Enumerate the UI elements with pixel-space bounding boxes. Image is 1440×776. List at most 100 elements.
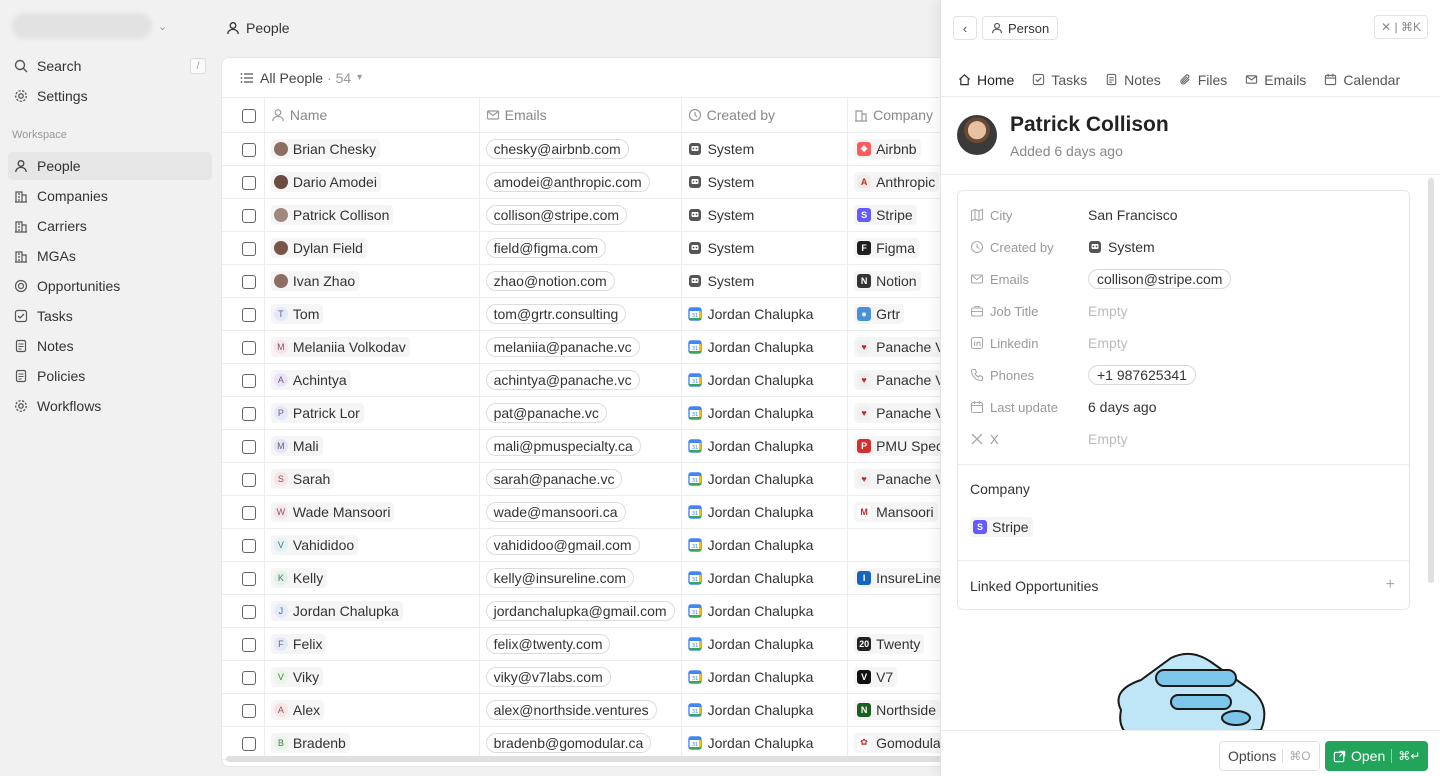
- person-chip[interactable]: V Viky: [270, 666, 324, 687]
- person-chip[interactable]: B Bradenb: [270, 732, 350, 753]
- email-cell[interactable]: mali@pmuspecialty.ca: [479, 429, 682, 463]
- column-header-emails[interactable]: Emails: [479, 98, 682, 133]
- email-chip[interactable]: bradenb@gomodular.ca: [485, 732, 652, 753]
- add-opportunity-icon[interactable]: +: [1386, 576, 1395, 594]
- company-chip[interactable]: ♥ Panache V: [854, 402, 949, 423]
- row-checkbox[interactable]: [242, 175, 256, 190]
- email-chip[interactable]: mali@pmuspecialty.ca: [485, 435, 641, 456]
- email-cell[interactable]: alex@northside.ventures: [479, 693, 682, 727]
- row-checkbox[interactable]: [242, 736, 256, 751]
- table-row[interactable]: Dario Amodei amodei@anthropic.com System…: [222, 165, 960, 199]
- email-cell[interactable]: sarah@panache.vc: [479, 462, 682, 496]
- row-checkbox[interactable]: [242, 208, 256, 223]
- email-chip[interactable]: achintya@panache.vc: [485, 369, 640, 390]
- table-row[interactable]: Brian Chesky chesky@airbnb.com System ◆ A…: [222, 132, 960, 166]
- name-cell[interactable]: Brian Chesky: [264, 132, 480, 166]
- company-chip[interactable]: ♥ Panache V: [854, 336, 949, 357]
- name-cell[interactable]: P Patrick Lor: [264, 396, 480, 430]
- sidebar-item-policies[interactable]: Policies: [8, 362, 212, 390]
- row-checkbox[interactable]: [242, 340, 256, 355]
- tab-emails[interactable]: Emails: [1236, 62, 1315, 97]
- email-cell[interactable]: pat@panache.vc: [479, 396, 682, 430]
- email-chip[interactable]: jordanchalupka@gmail.com: [485, 600, 675, 621]
- horizontal-scrollbar[interactable]: [226, 756, 946, 762]
- email-cell[interactable]: vahididoo@gmail.com: [479, 528, 682, 562]
- email-chip[interactable]: collison@stripe.com: [1088, 269, 1232, 289]
- email-chip[interactable]: felix@twenty.com: [485, 633, 611, 654]
- table-row[interactable]: B Bradenb bradenb@gomodular.ca 31 Jordan C…: [222, 726, 960, 760]
- person-chip[interactable]: V Vahididoo: [270, 534, 359, 555]
- name-cell[interactable]: T Tom: [264, 297, 480, 331]
- phone-chip[interactable]: +1 987625341: [1088, 365, 1196, 385]
- avatar[interactable]: [957, 115, 997, 155]
- vertical-scrollbar[interactable]: [1428, 178, 1434, 583]
- name-cell[interactable]: M Melaniia Volkodav: [264, 330, 480, 364]
- row-checkbox[interactable]: [242, 406, 256, 421]
- company-chip[interactable]: ♥ Panache V: [854, 369, 949, 390]
- company-chip[interactable]: S Stripe: [854, 204, 917, 225]
- table-row[interactable]: Dylan Field field@figma.com System F Figm…: [222, 231, 960, 265]
- person-chip[interactable]: Dylan Field: [270, 237, 367, 258]
- row-checkbox[interactable]: [242, 307, 256, 322]
- email-chip[interactable]: pat@panache.vc: [485, 402, 607, 423]
- sidebar-item-people[interactable]: People: [8, 152, 212, 180]
- email-chip[interactable]: alex@northside.ventures: [485, 699, 657, 720]
- name-cell[interactable]: K Kelly: [264, 561, 480, 595]
- email-cell[interactable]: amodei@anthropic.com: [479, 165, 682, 199]
- sidebar-item-opportunities[interactable]: Opportunities: [8, 272, 212, 300]
- table-row[interactable]: Ivan Zhao zhao@notion.com System N Notion: [222, 264, 960, 298]
- company-chip[interactable]: ◆ Airbnb: [854, 138, 921, 159]
- sidebar-item-mgas[interactable]: MGAs: [8, 242, 212, 270]
- row-checkbox[interactable]: [242, 472, 256, 487]
- email-chip[interactable]: sarah@panache.vc: [485, 468, 623, 489]
- company-chip[interactable]: F Figma: [854, 237, 919, 258]
- name-cell[interactable]: Patrick Collison: [264, 198, 480, 232]
- person-chip[interactable]: W Wade Mansoori: [270, 501, 395, 522]
- person-chip[interactable]: S Sarah: [270, 468, 335, 489]
- name-cell[interactable]: Ivan Zhao: [264, 264, 480, 298]
- row-checkbox[interactable]: [242, 538, 256, 553]
- company-chip[interactable]: N Notion: [854, 270, 921, 291]
- company-chip[interactable]: 20 Twenty: [854, 633, 925, 654]
- email-cell[interactable]: achintya@panache.vc: [479, 363, 682, 397]
- table-row[interactable]: S Sarah sarah@panache.vc 31 Jordan Chalupk…: [222, 462, 960, 496]
- tab-calendar[interactable]: Calendar: [1315, 62, 1409, 97]
- field-city[interactable]: City San Francisco: [970, 203, 1400, 227]
- company-chip[interactable]: I InsureLine: [854, 567, 946, 588]
- company-chip[interactable]: ✿ Gomodular: [854, 732, 950, 753]
- email-cell[interactable]: zhao@notion.com: [479, 264, 682, 298]
- column-header-created-by[interactable]: Created by: [681, 98, 849, 133]
- email-chip[interactable]: tom@grtr.consulting: [485, 303, 627, 324]
- email-chip[interactable]: amodei@anthropic.com: [485, 171, 650, 192]
- email-cell[interactable]: wade@mansoori.ca: [479, 495, 682, 529]
- name-cell[interactable]: S Sarah: [264, 462, 480, 496]
- email-cell[interactable]: field@figma.com: [479, 231, 682, 265]
- back-button[interactable]: ‹: [953, 16, 977, 40]
- name-cell[interactable]: B Bradenb: [264, 726, 480, 760]
- person-chip[interactable]: Ivan Zhao: [270, 270, 360, 291]
- email-chip[interactable]: melaniia@panache.vc: [485, 336, 640, 357]
- field-linkedin[interactable]: Linkedin Empty: [970, 331, 1400, 355]
- field-job-title[interactable]: Job Title Empty: [970, 299, 1400, 323]
- email-chip[interactable]: chesky@airbnb.com: [485, 138, 629, 159]
- sidebar-settings[interactable]: Settings: [8, 82, 212, 110]
- email-chip[interactable]: field@figma.com: [485, 237, 607, 258]
- table-row[interactable]: V Viky viky@v7labs.com 31 Jordan Chalupka …: [222, 660, 960, 694]
- company-chip[interactable]: N Northside: [854, 699, 940, 720]
- view-picker[interactable]: All People · 54 ▾: [222, 58, 960, 98]
- email-cell[interactable]: felix@twenty.com: [479, 627, 682, 661]
- table-row[interactable]: M Melaniia Volkodav melaniia@panache.vc 3…: [222, 330, 960, 364]
- table-row[interactable]: J Jordan Chalupka jordanchalupka@gmail.co…: [222, 594, 960, 628]
- company-chip[interactable]: S Stripe: [970, 517, 1033, 537]
- name-cell[interactable]: Dylan Field: [264, 231, 480, 265]
- row-checkbox[interactable]: [242, 142, 256, 157]
- tab-files[interactable]: Files: [1170, 62, 1237, 97]
- company-chip[interactable]: ♥ Panache V: [854, 468, 949, 489]
- table-row[interactable]: V Vahididoo vahididoo@gmail.com 31 Jordan …: [222, 528, 960, 562]
- row-checkbox[interactable]: [242, 439, 256, 454]
- email-chip[interactable]: kelly@insureline.com: [485, 567, 635, 588]
- person-chip[interactable]: F Felix: [270, 633, 327, 654]
- sidebar-item-companies[interactable]: Companies: [8, 182, 212, 210]
- person-chip[interactable]: T Tom: [270, 303, 324, 324]
- email-cell[interactable]: bradenb@gomodular.ca: [479, 726, 682, 760]
